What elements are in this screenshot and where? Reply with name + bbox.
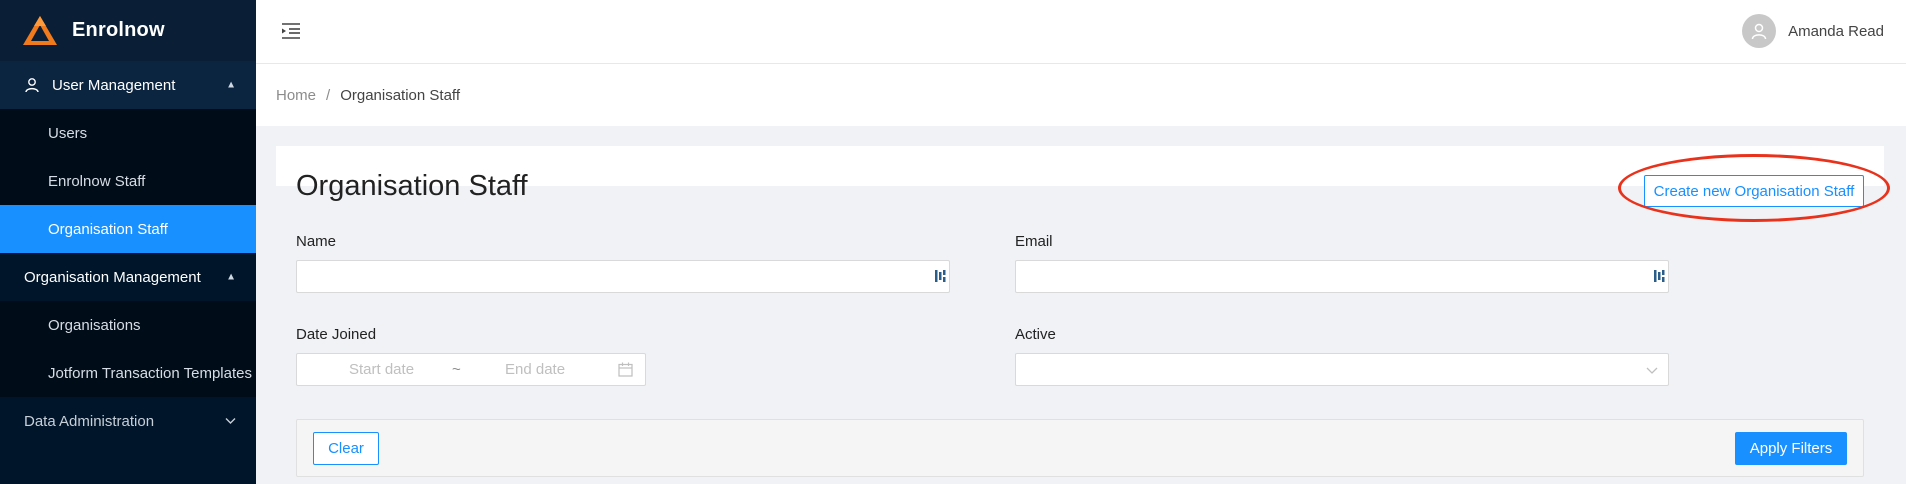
breadcrumb-home[interactable]: Home xyxy=(276,87,316,104)
email-label: Email xyxy=(1015,233,1053,250)
enrolnow-logo-icon xyxy=(23,15,57,45)
breadcrumb: Home / Organisation Staff xyxy=(256,64,1906,126)
chevron-down-icon xyxy=(225,418,236,424)
date-range-picker[interactable]: Start date ~ End date xyxy=(296,353,646,386)
brand[interactable]: Enrolnow xyxy=(0,0,256,61)
sidebar: Enrolnow User Management ▲ Users Enrolno… xyxy=(0,0,256,484)
user-icon xyxy=(25,78,39,93)
calendar-icon xyxy=(618,362,633,377)
chevron-up-icon: ▲ xyxy=(226,271,236,283)
brand-name: Enrolnow xyxy=(72,19,165,41)
name-label: Name xyxy=(296,233,337,250)
create-organisation-staff-button[interactable]: Create new Organisation Staff xyxy=(1644,175,1864,207)
breadcrumb-separator: / xyxy=(326,86,331,104)
date-range-separator: ~ xyxy=(452,361,461,378)
user-avatar-icon xyxy=(1742,14,1777,48)
main-content: Organisation Staff Create new Organisati… xyxy=(276,146,1890,484)
breadcrumb-current: Organisation Staff xyxy=(340,86,460,104)
sidebar-group-user-management[interactable]: User Management ▲ xyxy=(0,61,256,109)
page-title: Organisation Staff xyxy=(296,170,528,202)
sidebar-item-jotform-transaction-templates[interactable]: Jotform Transaction Templates xyxy=(0,349,256,397)
date-joined-label: Date Joined xyxy=(296,326,377,343)
submenu-user-management: Users Enrolnow Staff Organisation Staff xyxy=(0,109,256,253)
sidebar-item-organisations[interactable]: Organisations xyxy=(0,301,256,349)
submenu-organisation-management: Organisations Jotform Transaction Templa… xyxy=(0,301,256,397)
password-manager-icon[interactable] xyxy=(934,269,946,283)
sidebar-group-label: User Management xyxy=(52,76,176,94)
start-date-placeholder[interactable]: Start date xyxy=(349,361,414,378)
active-select[interactable] xyxy=(1015,353,1669,386)
menu-fold-icon[interactable] xyxy=(280,20,302,42)
filter-actions-bar: Clear Apply Filters xyxy=(296,419,1864,477)
sidebar-item-organisation-staff[interactable]: Organisation Staff xyxy=(0,205,256,253)
email-input[interactable] xyxy=(1015,260,1669,293)
sidebar-group-organisation-management[interactable]: Organisation Management ▲ xyxy=(0,253,256,301)
sidebar-group-data-administration[interactable]: Data Administration xyxy=(0,397,256,445)
sidebar-item-users[interactable]: Users xyxy=(0,109,256,157)
name-input[interactable] xyxy=(296,260,950,293)
clear-button[interactable]: Clear xyxy=(313,432,379,465)
user-name: Amanda Read xyxy=(1788,22,1884,40)
chevron-down-icon xyxy=(1646,367,1658,374)
end-date-placeholder[interactable]: End date xyxy=(505,361,565,378)
sidebar-item-enrolnow-staff[interactable]: Enrolnow Staff xyxy=(0,157,256,205)
chevron-up-icon: ▲ xyxy=(226,79,236,91)
sidebar-group-label: Organisation Management xyxy=(24,268,201,286)
user-menu[interactable]: Amanda Read xyxy=(1742,14,1884,48)
sidebar-group-label: Data Administration xyxy=(24,412,155,430)
top-header: Amanda Read xyxy=(256,0,1906,64)
active-label: Active xyxy=(1015,326,1056,343)
apply-filters-button[interactable]: Apply Filters xyxy=(1735,432,1847,465)
password-manager-icon[interactable] xyxy=(1653,269,1665,283)
